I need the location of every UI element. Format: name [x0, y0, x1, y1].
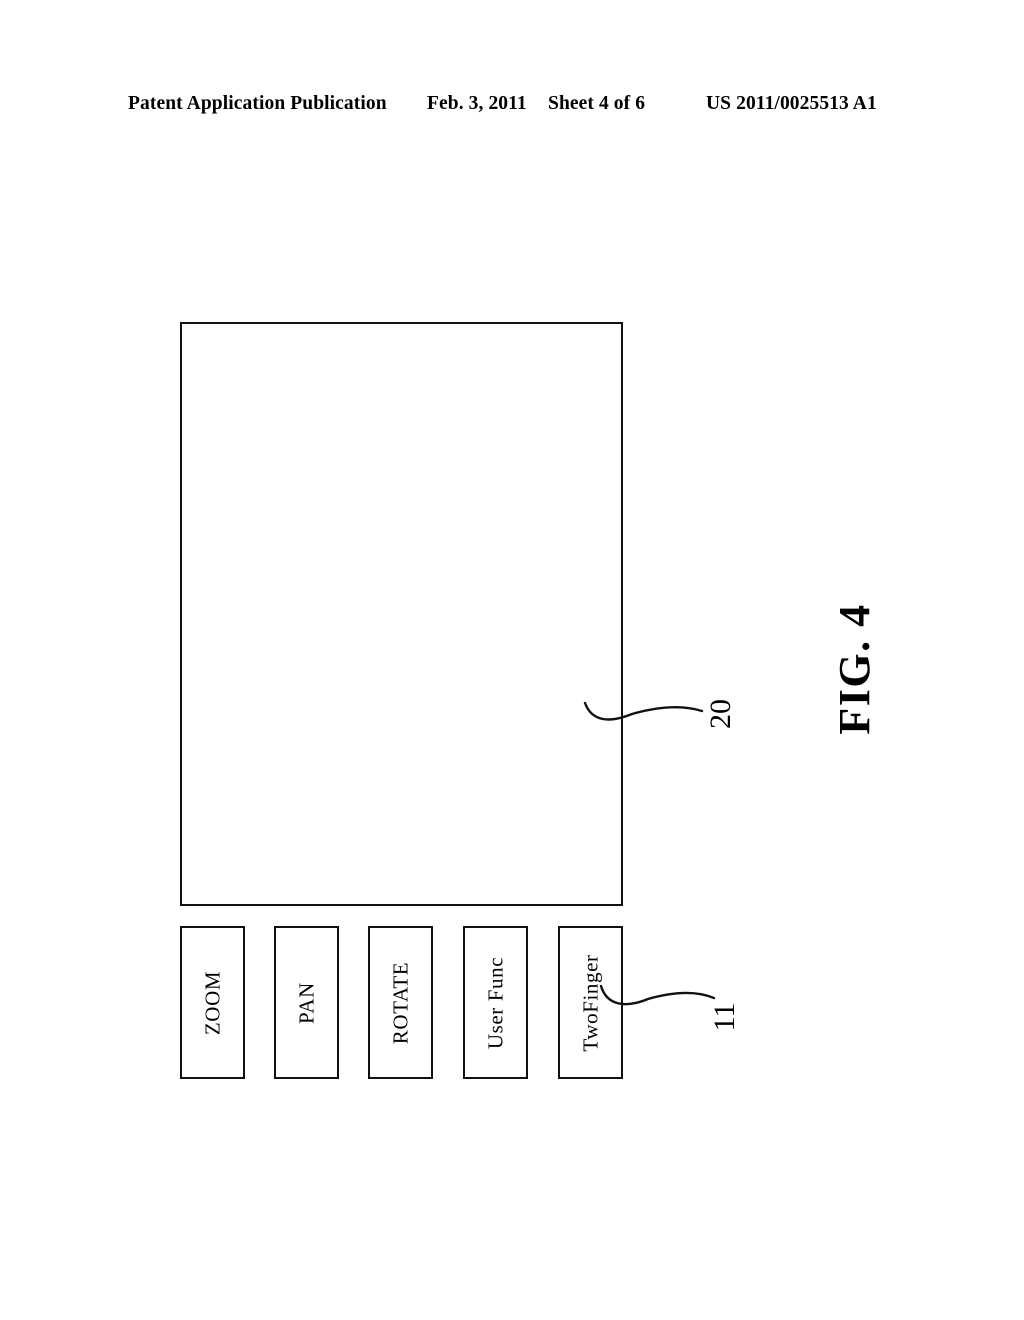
patent-sheet-page: Patent Application Publication Feb. 3, 2…	[0, 0, 1024, 1320]
button-zoom[interactable]: ZOOM	[180, 926, 245, 1079]
button-user-func-label: User Func	[483, 956, 507, 1049]
figure-4-drawing: ZOOM PAN ROTATE User Func TwoFinger 20 1…	[0, 0, 1024, 1320]
button-pan-label: PAN	[294, 981, 318, 1024]
display-screen-rect	[180, 322, 623, 906]
button-zoom-label: ZOOM	[200, 970, 224, 1035]
button-two-finger-label: TwoFinger	[578, 953, 602, 1052]
reference-numeral-11: 11	[708, 1002, 741, 1032]
reference-numeral-20: 20	[704, 699, 737, 729]
figure-caption: FIG. 4	[830, 603, 879, 735]
button-strip: ZOOM PAN ROTATE User Func TwoFinger	[180, 926, 623, 1079]
button-pan[interactable]: PAN	[274, 926, 339, 1079]
button-user-func[interactable]: User Func	[463, 926, 528, 1079]
button-two-finger[interactable]: TwoFinger	[558, 926, 623, 1079]
button-rotate-label: ROTATE	[388, 961, 412, 1044]
button-rotate[interactable]: ROTATE	[368, 926, 433, 1079]
